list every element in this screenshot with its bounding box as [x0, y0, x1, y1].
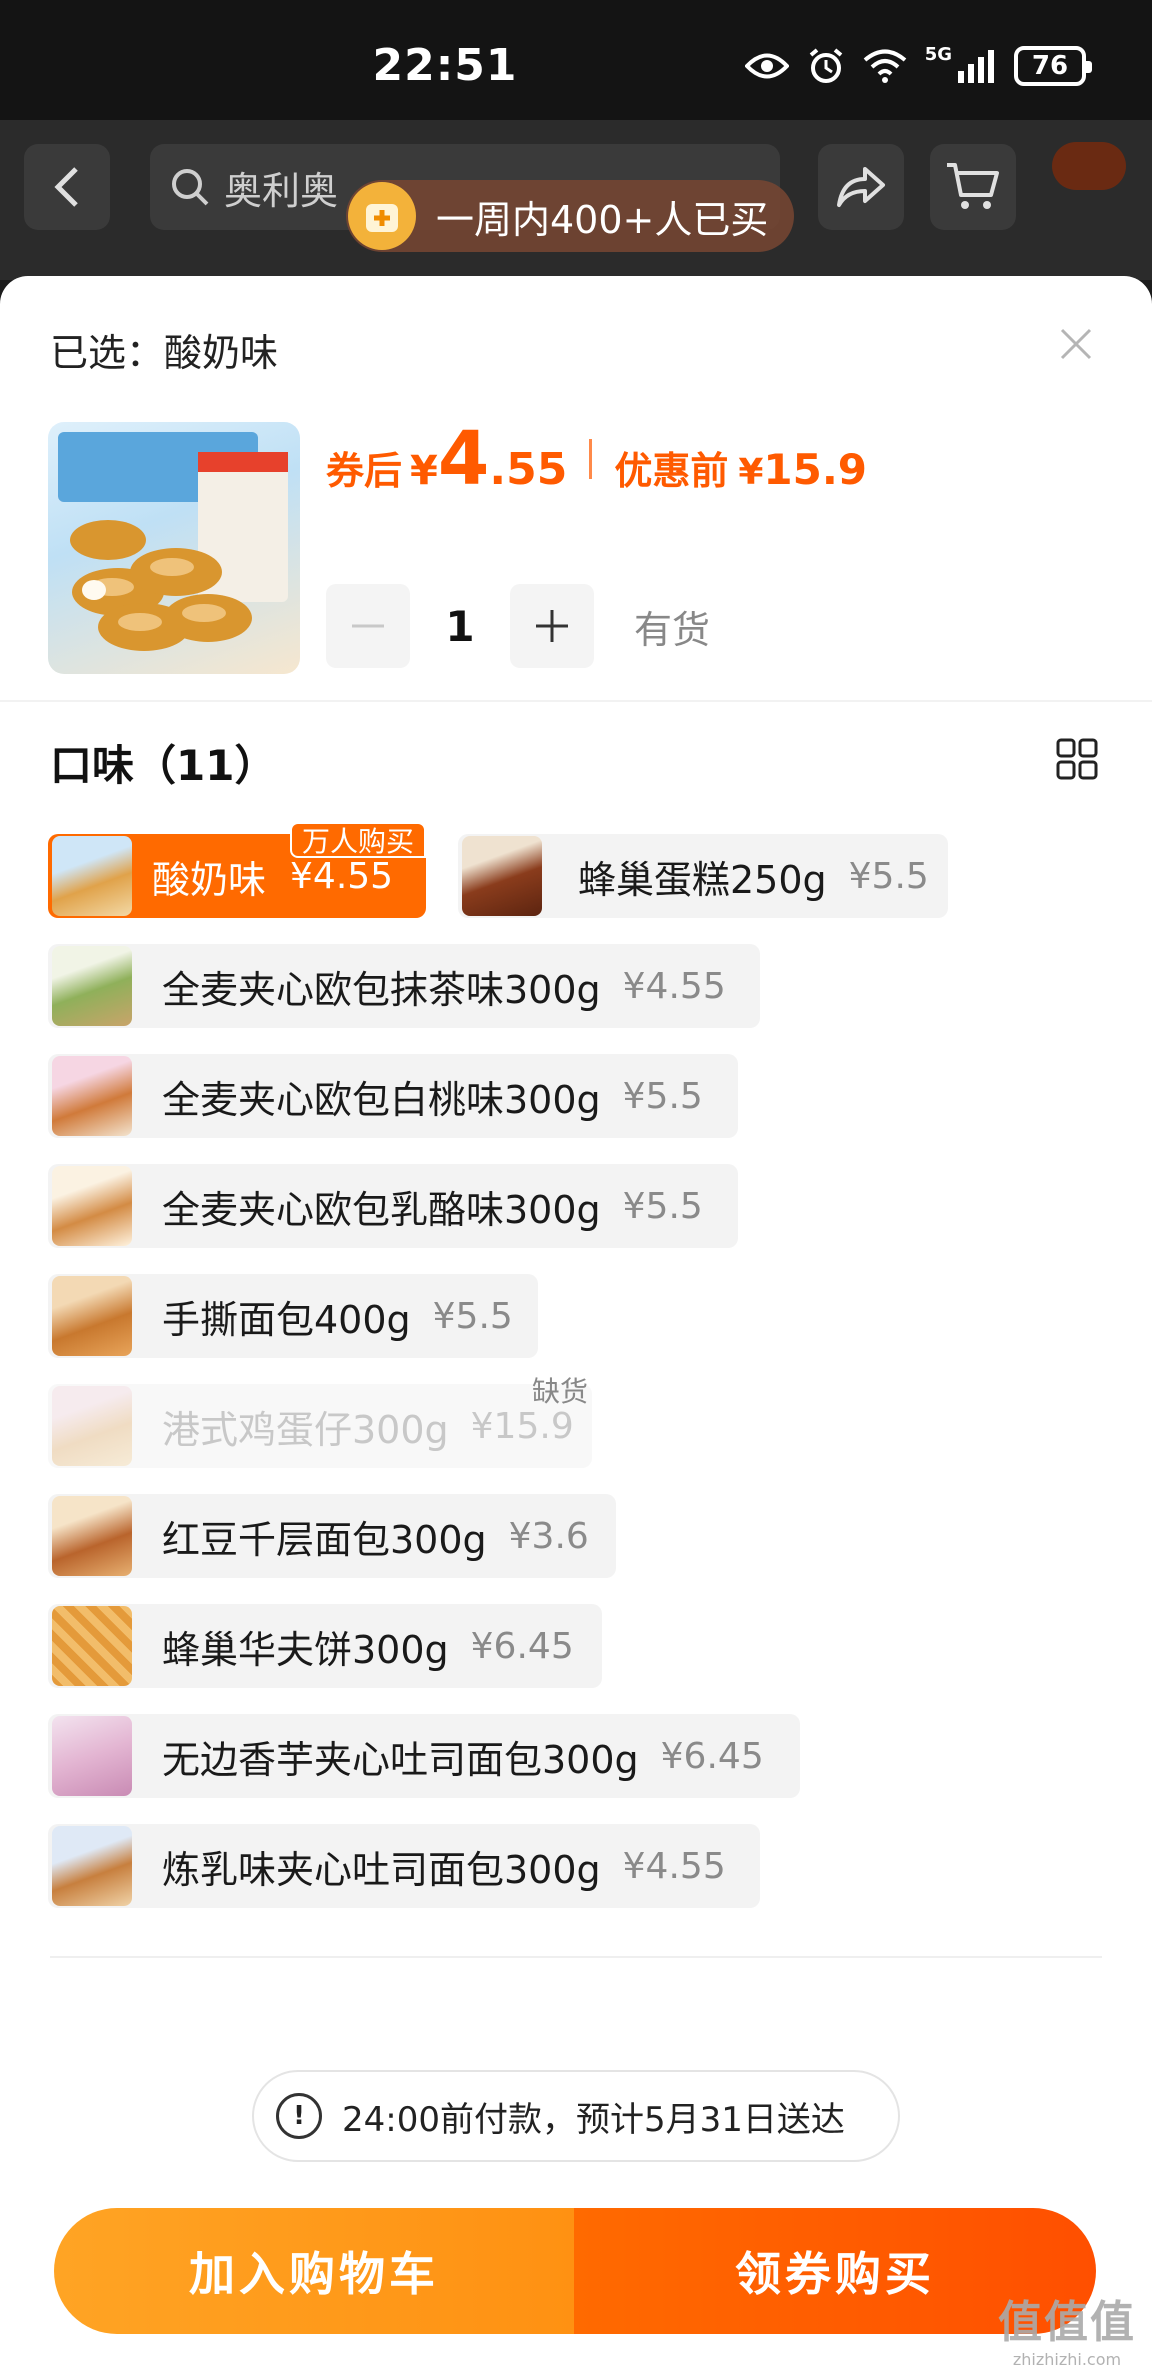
- flavor-option-out-of-stock[interactable]: 港式鸡蛋仔300g ¥15.9 缺货: [48, 1375, 592, 1468]
- flavor-thumbnail: [52, 1276, 132, 1356]
- decrease-button[interactable]: [326, 584, 410, 668]
- exclamation-icon: !: [276, 2093, 322, 2139]
- action-bar: 加入购物车 领券购买: [54, 2208, 1096, 2334]
- original-price-label: 优惠前: [614, 449, 729, 493]
- add-to-cart-button[interactable]: 加入购物车: [54, 2208, 574, 2334]
- close-icon[interactable]: [1052, 320, 1100, 368]
- flavor-name: 全麦夹心欧包抹茶味300g: [162, 967, 601, 1012]
- flavor-name: 酸奶味: [152, 857, 267, 902]
- divider: [0, 700, 1152, 702]
- flavor-price: ¥5.5: [622, 1185, 703, 1227]
- message-badge[interactable]: [1052, 142, 1126, 190]
- flavor-option[interactable]: 全麦夹心欧包乳酪味300g ¥5.5: [48, 1164, 738, 1248]
- flavor-thumbnail: [52, 946, 132, 1026]
- flavor-option[interactable]: 炼乳味夹心吐司面包300g ¥4.55: [48, 1824, 760, 1908]
- flavor-price: ¥6.45: [470, 1625, 574, 1667]
- purchase-toast: 一周内400+人已买: [346, 180, 795, 252]
- coupon-price-integer: 4: [437, 416, 490, 502]
- flavor-option[interactable]: 手撕面包400g ¥5.5: [48, 1274, 538, 1358]
- quantity-value[interactable]: 1: [410, 602, 510, 651]
- flavor-name: 全麦夹心欧包白桃味300g: [162, 1077, 601, 1122]
- flavor-thumbnail: [462, 836, 542, 916]
- eye-icon: [744, 53, 789, 79]
- flavor-option[interactable]: 全麦夹心欧包白桃味300g ¥5.5: [48, 1054, 738, 1138]
- flavor-name: 港式鸡蛋仔300g: [162, 1407, 449, 1452]
- grid-view-icon[interactable]: [1056, 738, 1098, 780]
- selected-variant-label: 已选：酸奶味: [50, 331, 279, 375]
- flavor-thumbnail: [52, 1386, 132, 1466]
- flavor-option[interactable]: 全麦夹心欧包抹茶味300g ¥4.55: [48, 944, 760, 1028]
- price-separator: [589, 439, 593, 479]
- cart-button[interactable]: [930, 144, 1016, 230]
- flavor-option[interactable]: 无边香芋夹心吐司面包300g ¥6.45: [48, 1714, 800, 1798]
- wifi-icon: [863, 49, 906, 83]
- coupon-price-decimal: .55: [489, 444, 568, 495]
- delivery-estimate: ! 24:00前付款，预计5月31日送达: [252, 2070, 900, 2162]
- flavor-option[interactable]: 酸奶味 ¥4.55 万人购买: [48, 822, 426, 918]
- flavor-name: 无边香芋夹心吐司面包300g: [162, 1737, 639, 1782]
- divider: [50, 1956, 1102, 1958]
- plus-icon: [536, 610, 568, 642]
- flavor-price: ¥5.5: [848, 855, 929, 897]
- flavor-option[interactable]: 蜂巢华夫饼300g ¥6.45: [48, 1604, 602, 1688]
- flavor-thumbnail: [52, 1716, 132, 1796]
- coupon-price-label: 券后: [326, 449, 403, 493]
- search-icon: [172, 169, 209, 206]
- quantity-stepper: 1 有货: [326, 584, 710, 668]
- minus-icon: [352, 624, 384, 628]
- currency-symbol: ¥: [410, 448, 438, 494]
- back-button[interactable]: [24, 144, 110, 230]
- flavor-price: ¥5.5: [432, 1295, 513, 1337]
- coupon-plus-icon: [348, 182, 416, 250]
- toast-text: 一周内400+人已买: [436, 197, 769, 242]
- status-bar: 22:51 5G 76: [0, 0, 1152, 120]
- app-header: 奥利奥 一周内400+人已买: [0, 120, 1152, 280]
- product-image[interactable]: [48, 422, 300, 674]
- flavor-price: ¥5.5: [622, 1075, 703, 1117]
- flavor-thumbnail: [52, 1166, 132, 1246]
- watermark-url: zhizhizhi.com: [1012, 2350, 1122, 2369]
- flavor-thumbnail: [52, 1826, 132, 1906]
- flavor-price: ¥15.9: [470, 1405, 574, 1447]
- network-label: 5G: [924, 44, 952, 65]
- flavor-name: 炼乳味夹心吐司面包300g: [162, 1847, 601, 1892]
- original-currency-symbol: ¥: [738, 452, 764, 493]
- flavor-price: ¥6.45: [660, 1735, 764, 1777]
- flavor-option[interactable]: 蜂巢蛋糕250g ¥5.5: [458, 834, 948, 918]
- flavor-price: ¥4.55: [290, 855, 394, 897]
- increase-button[interactable]: [510, 584, 594, 668]
- flavor-name: 红豆千层面包300g: [162, 1517, 487, 1562]
- flavor-price: ¥4.55: [622, 965, 726, 1007]
- signal-icon: [958, 50, 994, 83]
- price-row: 券后 ¥ 4 .55 优惠前 ¥ 15.9: [326, 416, 867, 502]
- sku-selector-sheet: 已选：酸奶味 券后 ¥ 4 .55 优惠前 ¥ 15.9 1 有货 口味（11）…: [0, 276, 1152, 2376]
- flavor-thumbnail: [52, 836, 132, 916]
- share-button[interactable]: [818, 144, 904, 230]
- original-price: 15.9: [763, 445, 868, 494]
- share-icon: [837, 167, 885, 207]
- flavor-section-title: 口味（11）: [50, 741, 277, 790]
- chevron-left-icon: [54, 167, 78, 207]
- search-query: 奥利奥: [224, 168, 339, 213]
- flavor-price: ¥3.6: [508, 1515, 589, 1557]
- flavor-thumbnail: [52, 1606, 132, 1686]
- flavor-thumbnail: [52, 1056, 132, 1136]
- watermark-logo: 值值值: [998, 2297, 1136, 2348]
- out-of-stock-badge: 缺货: [531, 1375, 588, 1408]
- alarm-icon: [809, 48, 842, 83]
- stock-status: 有货: [634, 607, 711, 652]
- flavor-name: 全麦夹心欧包乳酪味300g: [162, 1187, 601, 1232]
- cart-icon: [947, 163, 999, 209]
- flavor-option[interactable]: 红豆千层面包300g ¥3.6: [48, 1494, 616, 1578]
- battery-indicator: 76: [1014, 46, 1092, 86]
- flavor-thumbnail: [52, 1496, 132, 1576]
- status-icons: 5G 76: [744, 44, 1092, 88]
- flavor-price: ¥4.55: [622, 1845, 726, 1887]
- hot-badge: 万人购买: [289, 822, 426, 858]
- flavor-name: 手撕面包400g: [162, 1297, 411, 1342]
- watermark: 值值值 zhizhizhi.com: [992, 2286, 1142, 2369]
- flavor-name: 蜂巢蛋糕250g: [578, 857, 827, 902]
- flavor-name: 蜂巢华夫饼300g: [162, 1627, 449, 1672]
- delivery-text: 24:00前付款，预计5月31日送达: [342, 2099, 845, 2140]
